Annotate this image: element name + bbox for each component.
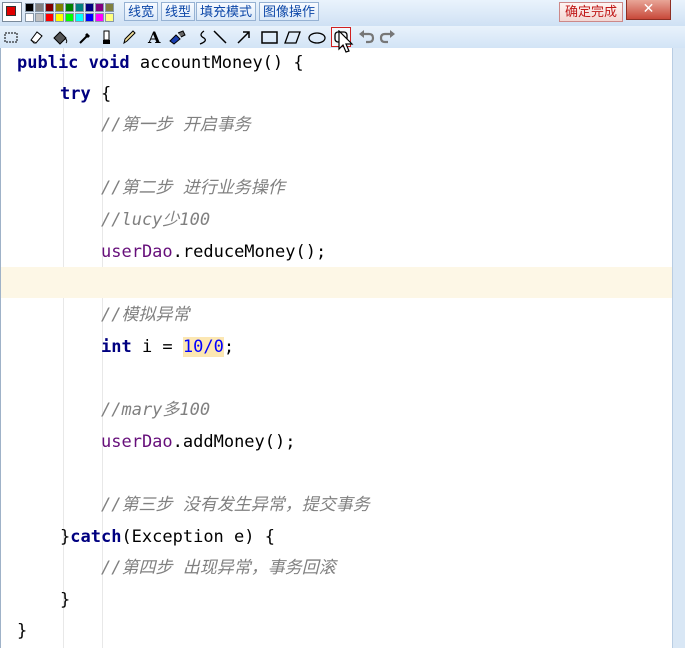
code-line: //第二步 进行业务操作	[1, 173, 673, 204]
palette-color-swatch[interactable]	[65, 3, 74, 12]
code-text: i =	[131, 337, 183, 357]
confirm-button[interactable]: 确定完成	[559, 2, 623, 22]
code-line: //lucy少100	[1, 205, 673, 236]
comment: //第二步 进行业务操作	[101, 178, 285, 198]
code-line: userDao.addMoney();	[1, 427, 673, 458]
curve-icon[interactable]	[196, 29, 212, 45]
svg-text:A: A	[147, 29, 161, 45]
foreground-color	[6, 6, 16, 16]
palette-color-swatch[interactable]	[65, 13, 74, 22]
code-text: accountMoney() {	[129, 53, 304, 73]
code-text: }	[17, 621, 28, 641]
palette-color-swatch[interactable]	[75, 3, 84, 12]
line-width-button[interactable]: 线宽	[124, 2, 159, 21]
keyword: catch	[70, 527, 122, 547]
field-name: userDao	[101, 242, 173, 262]
palette-color-swatch[interactable]	[75, 13, 84, 22]
parallelogram-icon[interactable]	[284, 29, 301, 45]
palette-color-swatch[interactable]	[105, 13, 114, 22]
undo-icon[interactable]	[358, 29, 375, 45]
color-palette	[2, 2, 120, 24]
image-ops-button[interactable]: 图像操作	[259, 2, 320, 21]
text-tool-icon[interactable]: A	[146, 29, 162, 45]
pencil-icon[interactable]	[121, 29, 137, 45]
code-text: }	[60, 590, 71, 610]
palette-color-swatch[interactable]	[55, 13, 64, 22]
code-text: .reduceMoney();	[172, 242, 327, 262]
code-text: .addMoney();	[172, 432, 296, 452]
code-text: (Exception e) {	[121, 527, 275, 547]
comment: //模拟异常	[101, 305, 190, 325]
code-line: //mary多100	[1, 395, 673, 426]
code-line: int i = 10/0;	[1, 332, 673, 363]
current-line-highlight	[1, 267, 673, 298]
palette-color-swatch[interactable]	[35, 3, 44, 12]
palette-color-swatch[interactable]	[45, 3, 54, 12]
palette-color-swatch[interactable]	[85, 3, 94, 12]
comment: //lucy少100	[101, 210, 211, 230]
marker-icon[interactable]	[99, 29, 115, 45]
comment: //第四步 出现异常，事务回滚	[101, 558, 336, 578]
fill-mode-button[interactable]: 填充模式	[196, 2, 257, 21]
comment: //第一步 开启事务	[101, 115, 251, 135]
brush-icon[interactable]	[168, 29, 186, 45]
code-line: }catch(Exception e) {	[1, 522, 673, 553]
code-line: //第三步 没有发生异常，提交事务	[1, 490, 673, 521]
code-text: ;	[223, 337, 235, 357]
side-strip	[672, 48, 685, 648]
color-picker-icon[interactable]	[77, 29, 93, 45]
select-rect-icon[interactable]	[3, 29, 19, 45]
palette-color-swatch[interactable]	[55, 3, 64, 12]
current-color-swatch[interactable]	[2, 2, 22, 22]
keyword: public	[17, 53, 79, 73]
palette-color-swatch[interactable]	[25, 13, 34, 22]
code-line: }	[1, 585, 673, 616]
palette-color-swatch[interactable]	[105, 3, 114, 12]
code-text: {	[90, 84, 112, 104]
rectangle-icon[interactable]	[261, 29, 278, 45]
comment: //mary多100	[101, 400, 211, 420]
close-button[interactable]: ✕	[626, 0, 671, 20]
code-line: userDao.reduceMoney();	[1, 237, 673, 268]
code-line: //第四步 出现异常，事务回滚	[1, 553, 673, 584]
code-line: try {	[1, 79, 673, 110]
keyword: try	[60, 84, 91, 104]
keyword: void	[88, 53, 130, 73]
palette-color-swatch[interactable]	[45, 13, 54, 22]
line-icon[interactable]	[212, 29, 228, 45]
code-editor[interactable]: public void accountMoney() { try { //第一步…	[0, 48, 673, 648]
redo-icon[interactable]	[378, 29, 395, 45]
close-icon: ✕	[642, 1, 655, 17]
palette-color-swatch[interactable]	[85, 13, 94, 22]
fill-bucket-icon[interactable]	[52, 29, 68, 45]
code-text: }	[60, 527, 71, 547]
palette-grid	[25, 3, 115, 23]
code-line: //模拟异常	[1, 300, 673, 331]
palette-color-swatch[interactable]	[95, 3, 104, 12]
field-name: userDao	[101, 432, 173, 452]
top-toolbar: 线宽 线型 填充模式 图像操作 确定完成 ✕	[0, 0, 685, 26]
line-type-button[interactable]: 线型	[161, 2, 196, 21]
palette-color-swatch[interactable]	[95, 13, 104, 22]
palette-color-swatch[interactable]	[25, 3, 34, 12]
eraser-icon[interactable]	[28, 29, 44, 45]
palette-color-swatch[interactable]	[35, 13, 44, 22]
code-line: //第一步 开启事务	[1, 110, 673, 141]
mouse-cursor-icon	[338, 30, 354, 53]
keyword: int	[101, 337, 132, 357]
ellipse-icon[interactable]	[307, 29, 326, 45]
code-line: }	[1, 616, 673, 647]
comment: //第三步 没有发生异常，提交事务	[101, 495, 370, 515]
number-literal: 10/0	[182, 337, 224, 357]
arrow-icon[interactable]	[236, 29, 252, 45]
